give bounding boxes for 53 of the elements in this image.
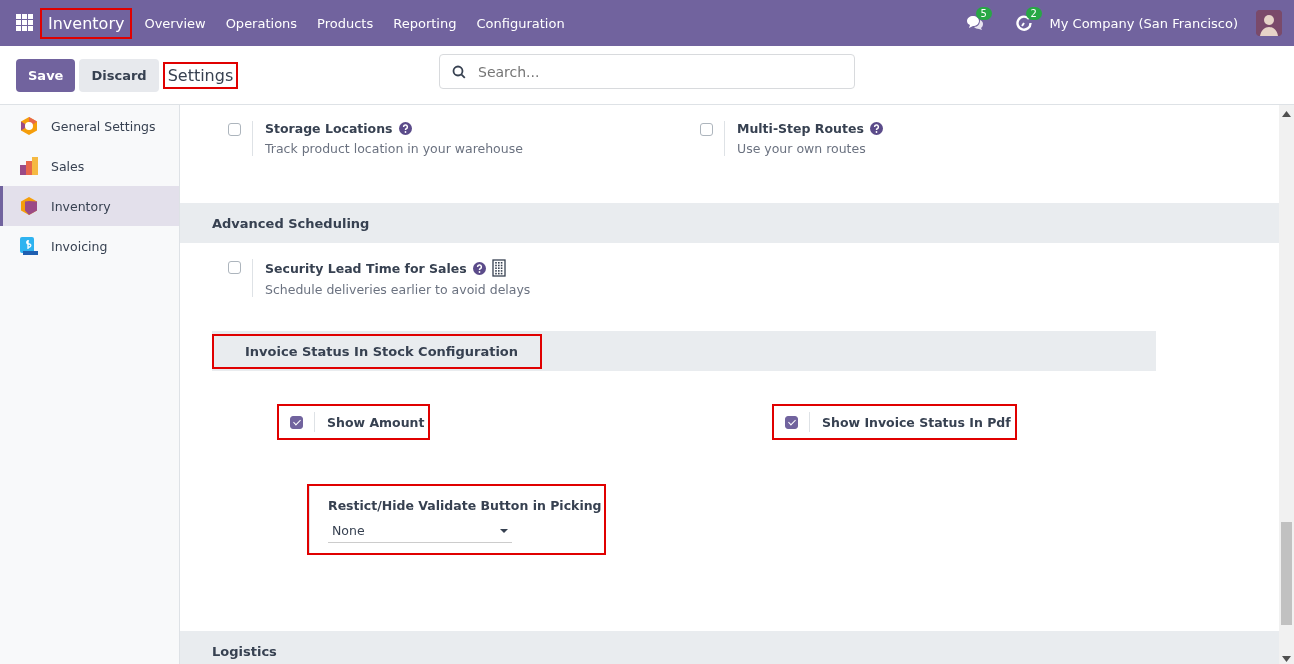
subsection-title: Invoice Status In Stock Configuration: [214, 335, 541, 367]
scroll-up-icon[interactable]: [1282, 111, 1291, 117]
help-icon[interactable]: [869, 122, 883, 135]
select-field[interactable]: None: [328, 517, 512, 543]
select-label: Restict/Hide Validate Button in Picking: [328, 498, 602, 513]
menu-item[interactable]: Overview: [134, 11, 216, 35]
page-title: Settings: [164, 63, 237, 87]
sidebar-item[interactable]: Sales: [0, 146, 179, 186]
invoice-icon: [19, 236, 39, 256]
message-count-badge: 5: [975, 7, 992, 20]
sidebar-item[interactable]: General Settings: [0, 106, 179, 146]
setting-title: Multi-Step Routes: [737, 121, 864, 136]
scroll-thumb[interactable]: [1281, 522, 1292, 625]
search-field[interactable]: Search...: [439, 54, 855, 89]
help-icon[interactable]: [472, 261, 486, 275]
app-grid-icon[interactable]: [16, 14, 34, 32]
bar-chart-icon: [19, 156, 39, 176]
checkbox[interactable]: [290, 415, 303, 429]
app-name[interactable]: Inventory: [42, 9, 131, 37]
option-label: Show Amount: [327, 414, 425, 430]
setting-description: Schedule deliveries earlier to avoid delays: [265, 282, 531, 297]
menu-item[interactable]: Operations: [215, 11, 308, 35]
sidebar-item[interactable]: Inventory: [0, 186, 179, 226]
caret-icon: [500, 528, 508, 533]
avatar[interactable]: [1256, 10, 1282, 36]
setting-title: Security Lead Time for Sales: [265, 260, 467, 276]
hexagon-ring-icon: [19, 116, 39, 136]
menu-item[interactable]: Products: [307, 11, 384, 35]
checkbox[interactable]: [228, 123, 241, 136]
menu-item[interactable]: Reporting: [383, 11, 467, 35]
chat-icon[interactable]: [965, 15, 984, 31]
discard-button[interactable]: Discard: [79, 58, 159, 92]
checkbox[interactable]: [700, 123, 713, 136]
menu-item[interactable]: Configuration: [466, 11, 575, 35]
sidebar-item[interactable]: Invoicing: [0, 226, 179, 266]
scroll-down-icon[interactable]: [1282, 656, 1291, 662]
help-icon[interactable]: [398, 122, 412, 135]
checkbox[interactable]: [785, 415, 798, 429]
building-icon: [491, 259, 506, 277]
activity-count-badge: 2: [1025, 7, 1042, 20]
scrollbar[interactable]: [1279, 105, 1294, 664]
section-header: Logistics: [180, 631, 1279, 664]
clock-icon[interactable]: [1015, 15, 1032, 31]
checkbox[interactable]: [228, 261, 241, 274]
save-button[interactable]: Save: [16, 58, 76, 92]
company-name[interactable]: My Company (San Francisco): [1049, 15, 1238, 31]
cube-icon: [19, 196, 39, 216]
search-icon: [452, 64, 466, 79]
section-header: Advanced Scheduling: [180, 203, 1279, 243]
setting-description: Use your own routes: [737, 141, 867, 156]
option-label: Show Invoice Status In Pdf: [822, 414, 1011, 430]
setting-title: Storage Locations: [265, 121, 393, 136]
setting-description: Track product location in your warehouse: [265, 141, 523, 156]
